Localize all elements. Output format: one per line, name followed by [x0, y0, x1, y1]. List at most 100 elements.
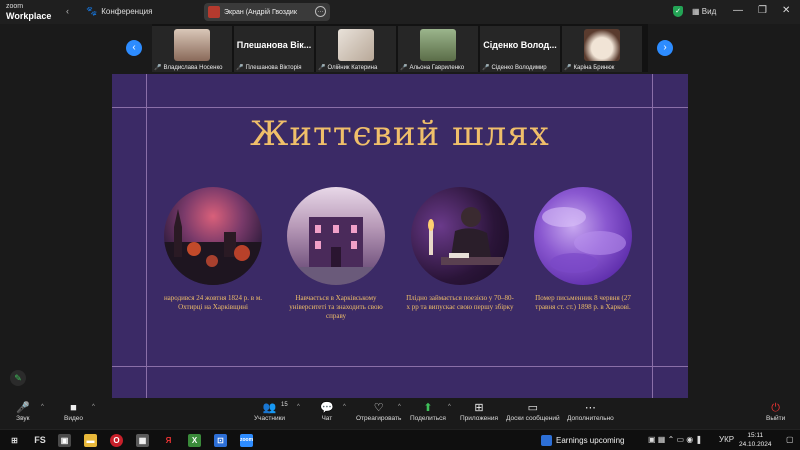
- fs-app-icon[interactable]: FS: [32, 434, 48, 447]
- chat-icon: 💬: [320, 402, 334, 414]
- more-label: Дополнительно: [567, 415, 614, 422]
- view-menu[interactable]: ▦ Вид: [692, 7, 716, 16]
- minimize-icon[interactable]: —: [733, 5, 743, 16]
- camera-icon: ■: [70, 402, 77, 414]
- next-page-button[interactable]: ›: [657, 40, 673, 56]
- leave-icon: ⏻: [771, 402, 780, 414]
- grid-icon: ▦: [692, 7, 700, 16]
- zoom-taskbar-icon[interactable]: zoom: [240, 434, 253, 447]
- participant-video: [174, 29, 210, 61]
- whiteboards-button[interactable]: ▭ Доски сообщений: [506, 401, 560, 422]
- more-options-icon[interactable]: …: [315, 6, 326, 17]
- opera-icon[interactable]: O: [110, 434, 123, 447]
- screen-share-label: Экран (Андрій Гвоздик: [224, 8, 297, 16]
- chevron-up-icon[interactable]: ^: [448, 404, 451, 410]
- clock-time: 15:11: [747, 432, 764, 439]
- participant-tile[interactable]: Сіденко Волод... 🎤 Сіденко Володимир: [480, 26, 560, 72]
- participant-tile[interactable]: 🎤 Альона Гавриленко: [398, 26, 478, 72]
- calculator-icon[interactable]: ▦: [136, 434, 149, 447]
- logo-text-workplace: Workplace: [6, 11, 52, 21]
- share-button[interactable]: ⬆ Поделиться: [410, 401, 446, 422]
- audio-button[interactable]: 🎤 Звук: [16, 401, 30, 422]
- chevron-left-icon[interactable]: ‹: [66, 6, 69, 16]
- audio-label: Звук: [16, 415, 30, 422]
- store-icon[interactable]: ⊡: [214, 434, 227, 447]
- chat-label: Чат: [321, 415, 333, 422]
- mic-muted-icon: 🎤: [564, 65, 572, 71]
- stock-chart-icon: [541, 435, 552, 446]
- chevron-up-icon[interactable]: ^: [343, 404, 346, 410]
- language-indicator[interactable]: УКР: [719, 435, 734, 444]
- mic-muted-icon: 🎤: [400, 65, 408, 71]
- mic-muted-icon: 🎤: [318, 65, 326, 71]
- restore-icon[interactable]: ❐: [758, 5, 767, 16]
- video-button[interactable]: ■ Видео: [64, 401, 83, 422]
- annotate-pencil-icon[interactable]: ✎: [10, 370, 26, 386]
- prev-page-button[interactable]: ‹: [126, 40, 142, 56]
- sharer-avatar: [208, 6, 220, 18]
- earnings-label: Earnings upcoming: [556, 436, 625, 445]
- participant-name: Олійник Катерина: [327, 64, 378, 71]
- timeline-caption: Помер письменник 8 червня (27 травня ст.…: [535, 294, 631, 311]
- mic-muted-icon: 🎤: [16, 402, 30, 414]
- participant-tile[interactable]: Плешанова Вік... 🎤 Плешанова Вікторія: [234, 26, 314, 72]
- chat-button[interactable]: 💬 Чат: [320, 401, 334, 422]
- screen-share-indicator[interactable]: Экран (Андрій Гвоздик …: [204, 3, 330, 21]
- notification-icon[interactable]: ▢: [786, 435, 794, 444]
- mic-muted-icon: 🎤: [154, 65, 162, 71]
- zoom-window: zoom Workplace ‹ 🐾 Конференция Экран (Ан…: [0, 0, 800, 450]
- participant-tile[interactable]: 🎤 Владислава Носенко: [152, 26, 232, 72]
- participant-name: Владислава Носенко: [163, 64, 223, 71]
- timeline-caption: Навчається в Харківському університеті т…: [289, 294, 383, 320]
- apps-label: Приложения: [460, 415, 499, 422]
- paw-icon: 🐾: [86, 6, 98, 16]
- react-button[interactable]: ♡ Отреагировать: [356, 401, 401, 422]
- participant-display-name: Плешанова Вік...: [236, 40, 312, 50]
- participant-tile[interactable]: 🎤 Каріна Бринюк: [562, 26, 642, 72]
- conference-menu[interactable]: 🐾 Конференция: [86, 6, 152, 17]
- close-icon[interactable]: ✕: [782, 5, 790, 16]
- whiteboards-label: Доски сообщений: [506, 415, 560, 422]
- purple-clouds-image: [534, 187, 632, 285]
- conference-label: Конференция: [101, 7, 153, 16]
- university-building-image: [287, 187, 385, 285]
- timeline-caption: Плідно займається поезією у 70–80-х рр т…: [406, 294, 514, 311]
- system-clock[interactable]: 15:11 24.10.2024: [739, 431, 772, 449]
- tray-icons[interactable]: ▣ ▦ ⌃ ▭ ◉ ❚: [648, 435, 702, 444]
- participant-name: Альона Гавриленко: [409, 64, 465, 71]
- participant-tile[interactable]: 🎤 Олійник Катерина: [316, 26, 396, 72]
- participant-display-name: Сіденко Волод...: [483, 40, 557, 50]
- participant-name: Плешанова Вікторія: [245, 64, 302, 71]
- yandex-icon[interactable]: Я: [162, 434, 175, 447]
- more-icon: ⋯: [584, 402, 596, 414]
- leave-button[interactable]: ⏻ Выйти: [766, 401, 785, 422]
- apps-button[interactable]: ⊞ Приложения: [460, 401, 498, 422]
- share-label: Поделиться: [410, 415, 446, 422]
- whiteboard-icon: ▭: [527, 402, 539, 414]
- security-shield-icon[interactable]: ✓: [673, 6, 683, 17]
- share-screen-icon: ⬆: [423, 402, 433, 414]
- participant-video: [338, 29, 374, 61]
- video-label: Видео: [64, 415, 83, 422]
- town-at-sunset-image: [164, 187, 262, 285]
- earnings-widget[interactable]: Earnings upcoming: [541, 435, 624, 446]
- participants-label: Участники: [254, 415, 286, 422]
- mic-muted-icon: 🎤: [482, 65, 490, 71]
- slide-frame-line: [112, 366, 688, 367]
- windows-taskbar: ⊞ FS ▣ ▬ O ▦ Я X ⊡ zoom Earnings upcomin…: [0, 429, 800, 450]
- excel-icon[interactable]: X: [188, 434, 201, 447]
- leave-label: Выйти: [766, 415, 786, 422]
- file-explorer-icon[interactable]: ▬: [84, 434, 97, 447]
- mic-muted-icon: 🎤: [236, 65, 244, 71]
- taskview-icon[interactable]: ▣: [58, 434, 71, 447]
- start-icon[interactable]: ⊞: [8, 434, 21, 447]
- participants-count: 15: [281, 402, 288, 408]
- chevron-up-icon[interactable]: ^: [41, 404, 44, 410]
- react-label: Отреагировать: [356, 415, 402, 422]
- participant-video: [420, 29, 456, 61]
- chevron-up-icon[interactable]: ^: [398, 404, 401, 410]
- chevron-up-icon[interactable]: ^: [92, 404, 95, 410]
- logo-text-zoom: zoom: [6, 3, 24, 10]
- chevron-up-icon[interactable]: ^: [297, 404, 300, 410]
- more-button[interactable]: ⋯ Дополнительно: [567, 401, 614, 422]
